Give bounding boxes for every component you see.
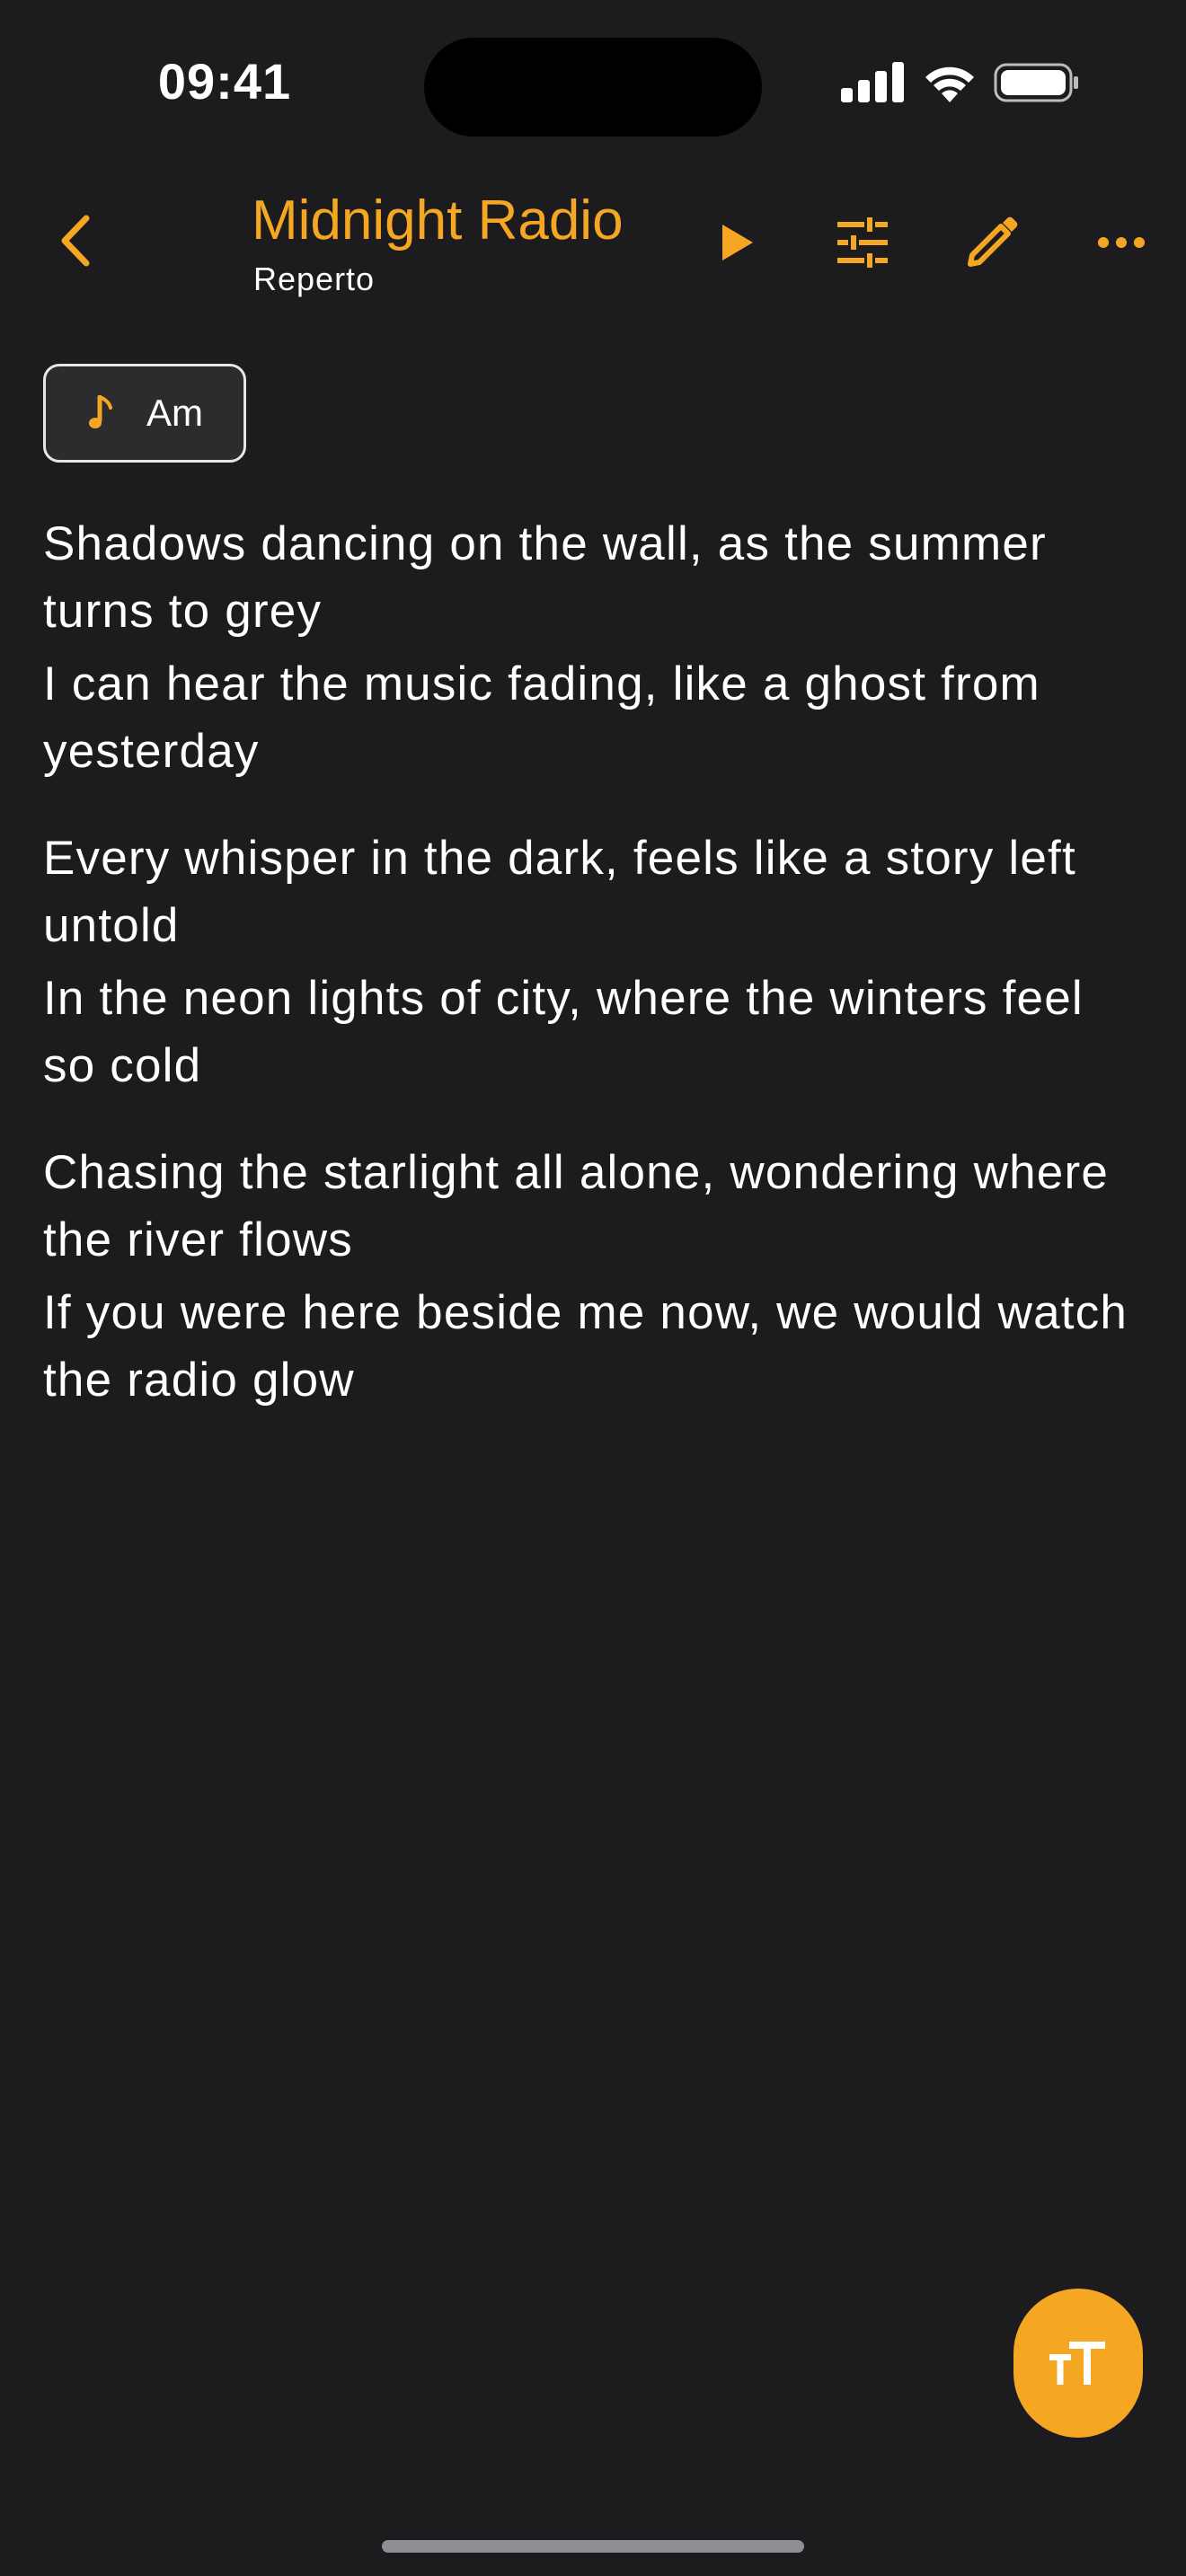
- status-icons: [836, 61, 1087, 106]
- header-bar: Midnight Radio Reperto: [0, 180, 1186, 314]
- home-indicator: [382, 2540, 804, 2553]
- back-button[interactable]: [43, 208, 108, 273]
- cellular-signal-icon: [841, 62, 904, 102]
- key-label: Am: [146, 392, 203, 434]
- lyric-line: In the neon lights of city, where the wi…: [43, 972, 1084, 1092]
- stanza: Every whisper in the dark, feels like a …: [43, 825, 1148, 1099]
- lyric-line: If you were here beside me now, we would…: [43, 1286, 1128, 1407]
- wifi-icon: [925, 66, 974, 102]
- stanza: Chasing the starlight all alone, wonderi…: [43, 1139, 1148, 1414]
- sliders-icon: [837, 217, 888, 268]
- dynamic-island: [424, 38, 762, 137]
- lyric-line: Shadows dancing on the wall, as the summ…: [43, 517, 1047, 638]
- ellipsis-icon: [1098, 237, 1145, 248]
- status-bar: 09:41: [0, 0, 1186, 171]
- song-title: Midnight Radio: [252, 190, 624, 251]
- status-time: 09:41: [157, 53, 292, 110]
- battery-icon: [994, 63, 1078, 102]
- play-icon: [722, 225, 753, 260]
- music-note-icon: [87, 393, 114, 433]
- lyric-line: Chasing the starlight all alone, wonderi…: [43, 1146, 1109, 1266]
- key-chip[interactable]: Am: [43, 364, 246, 463]
- play-button[interactable]: [701, 207, 773, 278]
- edit-button[interactable]: [956, 207, 1028, 278]
- text-size-button[interactable]: [1013, 2289, 1143, 2438]
- pencil-icon: [968, 216, 1018, 267]
- text-size-icon: [1049, 2342, 1105, 2385]
- adjust-button[interactable]: [827, 207, 898, 278]
- lyrics-body: Shadows dancing on the wall, as the summ…: [43, 510, 1148, 1453]
- chevron-left-icon: [61, 215, 90, 267]
- stanza: Shadows dancing on the wall, as the summ…: [43, 510, 1148, 785]
- lyric-line: I can hear the music fading, like a ghos…: [43, 657, 1040, 778]
- song-subtitle: Reperto: [253, 260, 376, 297]
- more-button[interactable]: [1085, 207, 1157, 278]
- lyric-line: Every whisper in the dark, feels like a …: [43, 832, 1076, 952]
